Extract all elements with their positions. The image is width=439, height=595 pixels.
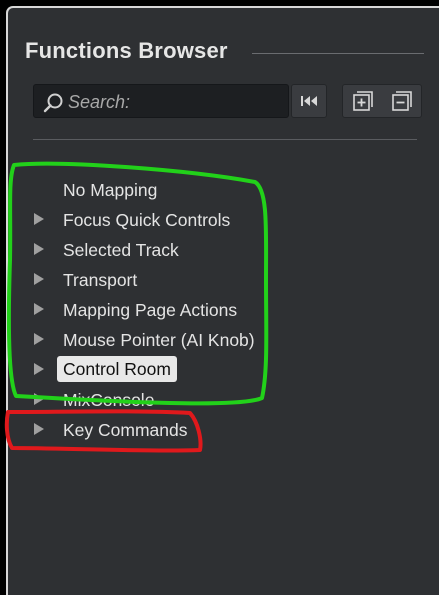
tree-item-label: Mouse Pointer (AI Knob) [63, 330, 255, 350]
tree-item-focus-quick-controls[interactable]: Focus Quick Controls [8, 205, 439, 235]
tree-item-label: Transport [63, 270, 138, 290]
tree-item-label: Focus Quick Controls [63, 210, 231, 230]
expand-collapse-group [342, 84, 422, 118]
expand-arrow-icon[interactable] [34, 333, 44, 345]
expand-arrow-icon[interactable] [34, 363, 44, 375]
search-input[interactable] [68, 91, 278, 113]
title-divider [252, 53, 424, 54]
tree-item-control-room[interactable]: Control Room [8, 355, 439, 385]
tree-item-mapping-page-actions[interactable]: Mapping Page Actions [8, 295, 439, 325]
tree-item-transport[interactable]: Transport [8, 265, 439, 295]
tree-item-key-commands[interactable]: Key Commands [8, 415, 439, 445]
tree-item-label: Selected Track [63, 240, 179, 260]
tree-item-selected-track[interactable]: Selected Track [8, 235, 439, 265]
expand-arrow-icon[interactable] [34, 273, 44, 285]
search-box[interactable] [33, 84, 289, 118]
expand-arrow-icon[interactable] [34, 243, 44, 255]
expand-all-icon[interactable] [351, 89, 375, 113]
toolbar-divider [33, 139, 417, 140]
collapse-all-icon[interactable] [390, 89, 414, 113]
expand-arrow-icon[interactable] [34, 393, 44, 405]
tree-item-no-mapping[interactable]: No Mapping [8, 175, 439, 205]
reset-search-button[interactable] [291, 84, 327, 118]
search-icon [43, 93, 63, 113]
tree-item-label: No Mapping [63, 180, 158, 200]
tree-item-label: Mapping Page Actions [63, 300, 238, 320]
tree-item-mouse-pointer[interactable]: Mouse Pointer (AI Knob) [8, 325, 439, 355]
tree-item-label: MixConsole [63, 390, 155, 410]
functions-browser-panel: Functions Browser No Mapping [6, 6, 439, 595]
expand-arrow-icon[interactable] [34, 423, 44, 435]
panel-title: Functions Browser [25, 38, 228, 63]
tree-item-label-selected: Control Room [57, 356, 177, 382]
tree-item-label: Key Commands [63, 420, 188, 440]
skip-to-start-icon [301, 96, 317, 106]
tree-item-mixconsole[interactable]: MixConsole [8, 385, 439, 415]
expand-arrow-icon[interactable] [34, 303, 44, 315]
expand-arrow-icon[interactable] [34, 213, 44, 225]
